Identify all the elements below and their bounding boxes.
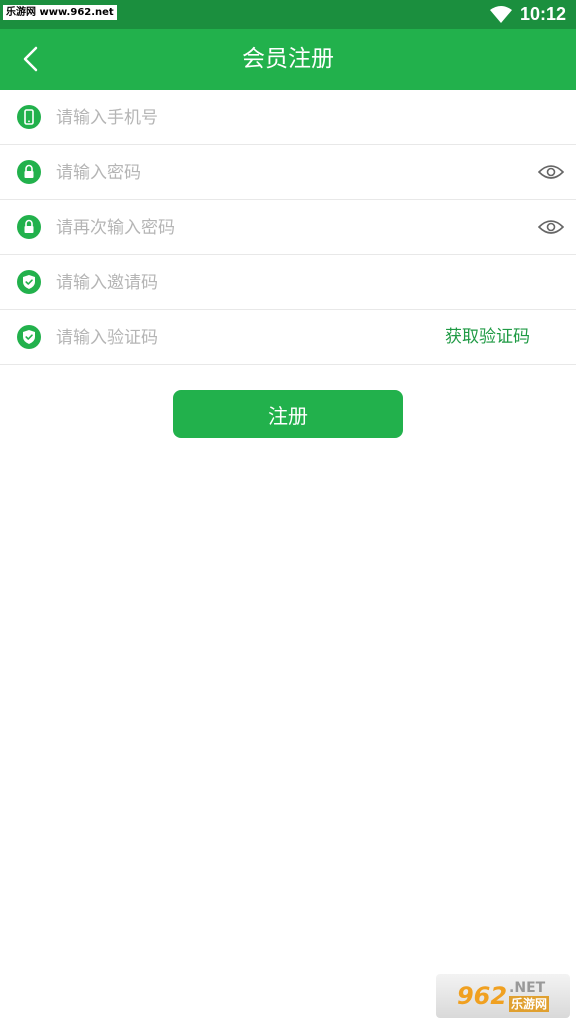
- eye-icon[interactable]: [538, 218, 564, 236]
- verify-code-input[interactable]: [56, 310, 416, 365]
- status-time: 10:12: [519, 4, 566, 24]
- lock-icon: [17, 160, 41, 184]
- verify-code-row: 获取验证码: [0, 310, 576, 365]
- wifi-icon: [489, 5, 512, 23]
- invite-row: [0, 255, 576, 310]
- shield-check-icon: [17, 270, 41, 294]
- phone-row: [0, 90, 576, 145]
- confirm-password-input[interactable]: [56, 200, 436, 255]
- watermark-net: .NET: [509, 980, 546, 996]
- watermark-text: 乐游网 www.962.net: [3, 5, 117, 20]
- eye-icon[interactable]: [538, 163, 564, 181]
- phone-input[interactable]: [56, 90, 436, 145]
- password-row: [0, 145, 576, 200]
- shield-check-icon: [17, 325, 41, 349]
- phone-icon: [17, 105, 41, 129]
- watermark-cn: 乐游网: [509, 996, 550, 1012]
- watermark-logo: 962 .NET 乐游网: [436, 974, 570, 1018]
- watermark-number: 962: [456, 982, 508, 1010]
- register-button[interactable]: 注册: [173, 390, 403, 438]
- get-code-button[interactable]: 获取验证码: [445, 310, 530, 365]
- password-input[interactable]: [56, 145, 436, 200]
- toolbar: 会员注册: [0, 29, 576, 90]
- register-form: 获取验证码: [0, 90, 576, 365]
- lock-icon: [17, 215, 41, 239]
- watermark-side: .NET 乐游网: [509, 980, 550, 1012]
- invite-code-input[interactable]: [56, 255, 436, 310]
- page-title: 会员注册: [242, 46, 334, 72]
- status-bar: 乐游网 www.962.net 10:12: [0, 0, 576, 29]
- status-indicators: 10:12: [489, 0, 566, 29]
- confirm-password-row: [0, 200, 576, 255]
